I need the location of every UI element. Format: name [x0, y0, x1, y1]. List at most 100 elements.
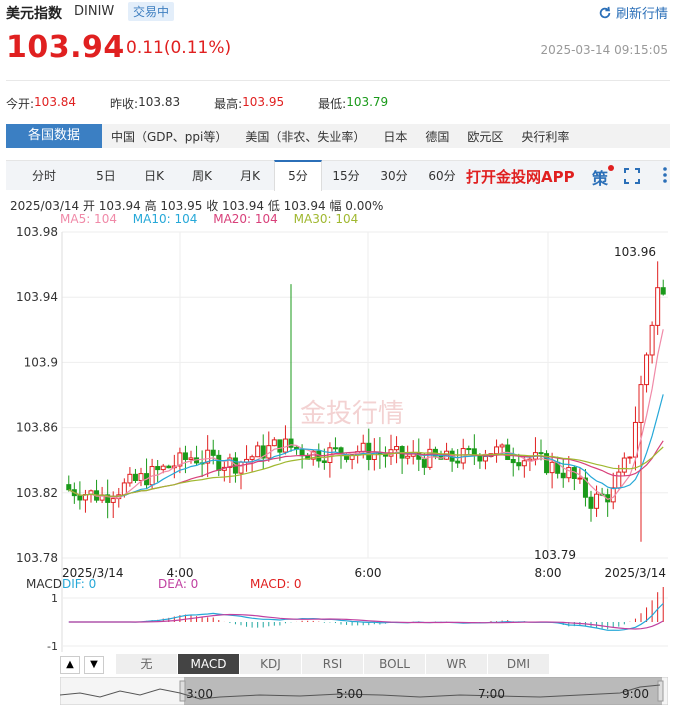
tab-central-bank-rate[interactable]: 央行利率 — [512, 128, 578, 145]
current-price: 103.94 — [6, 30, 125, 65]
quote-time: 2025-03-14 09:15:05 — [540, 43, 668, 57]
timeline-navigator[interactable]: 3:00 5:00 7:00 9:00 — [60, 677, 668, 705]
chart-grid — [61, 231, 668, 652]
macd-prefix: MACD — [26, 577, 62, 591]
refresh-label: 刷新行情 — [615, 7, 668, 22]
candlestick-chart[interactable]: 金投行情 103.98 103.94 103.9 103.86 103.82 103.78… — [0, 222, 676, 652]
x-axis: 2025/3/14 4:00 6:00 8:00 2025/3/14 — [62, 566, 666, 580]
up-arrow-button[interactable]: ▲ — [60, 656, 80, 674]
tab-daily-k[interactable]: 日K — [130, 161, 178, 191]
prev-close-value: 103.83 — [138, 95, 181, 109]
tab-wr[interactable]: WR — [426, 654, 488, 674]
candle-body — [594, 493, 600, 509]
candle-body — [627, 456, 633, 459]
tab-60min[interactable]: 60分 — [418, 161, 466, 191]
tab-eurozone[interactable]: 欧元区 — [458, 128, 512, 145]
candle-body — [466, 448, 472, 451]
navigator-handle-left — [179, 680, 186, 702]
candle-body — [238, 461, 244, 474]
candle-body — [616, 471, 622, 489]
instrument-title: 美元指数 — [6, 6, 62, 22]
candle-body — [321, 460, 327, 463]
open-label: 今开: — [6, 97, 35, 111]
macd-tick: -1 — [47, 640, 58, 652]
candle-body — [249, 456, 255, 460]
candle-body — [160, 465, 166, 471]
country-data-tabs: 各国数据 中国（GDP、ppi等） 美国（非农、失业率） 日本 德国 欧元区 央… — [6, 124, 670, 148]
y-axis: 103.98 103.94 103.9 103.86 103.82 103.78 — [16, 225, 58, 565]
candle-body — [299, 448, 305, 457]
macd-tick: 1 — [51, 592, 58, 605]
candle-body — [127, 473, 133, 484]
notification-dot — [608, 165, 614, 171]
y-tick-label: 103.9 — [24, 355, 58, 369]
tab-japan[interactable]: 日本 — [374, 128, 416, 145]
candle-body — [277, 439, 283, 453]
open-value: 103.84 — [34, 95, 77, 109]
fullscreen-icon[interactable] — [624, 168, 640, 184]
tab-intraday[interactable]: 分时 — [6, 161, 82, 191]
header: 美元指数 DINIW 交易中 刷新行情 — [0, 0, 676, 24]
tab-5day[interactable]: 5日 — [82, 161, 130, 191]
candle-body — [649, 324, 655, 356]
tab-kdj[interactable]: KDJ — [240, 654, 302, 674]
candle-body — [494, 446, 500, 455]
tab-usa[interactable]: 美国（非农、失业率） — [236, 128, 374, 145]
candle-body — [110, 498, 116, 503]
tab-monthly-k[interactable]: 月K — [226, 161, 274, 191]
x-tick-label: 8:00 — [535, 566, 562, 580]
dif-line — [68, 603, 664, 631]
candle-body — [577, 477, 583, 480]
candle-body — [360, 442, 366, 453]
tab-5min[interactable]: 5分 — [274, 160, 322, 191]
candle-body — [282, 438, 288, 453]
tab-germany[interactable]: 德国 — [416, 128, 458, 145]
max-label: 103.96 — [614, 245, 656, 259]
min-label: 103.79 — [534, 548, 576, 562]
candle-body — [588, 496, 594, 509]
tab-boll[interactable]: BOLL — [364, 654, 426, 674]
y-tick-label: 103.86 — [16, 421, 58, 435]
candle-body — [188, 457, 194, 460]
tab-country-data[interactable]: 各国数据 — [6, 124, 102, 148]
candle-body — [660, 287, 666, 295]
candle-body — [549, 461, 555, 474]
candle-body — [644, 354, 650, 386]
navigator-window — [184, 677, 662, 705]
candle-body — [516, 462, 522, 467]
y-tick-label: 103.94 — [16, 290, 58, 304]
x-tick-label: 2025/3/14 — [604, 566, 666, 580]
navigator-handle-right — [657, 680, 664, 702]
indicator-tabs: 无 MACD KDJ RSI BOLL WR DMI — [60, 654, 668, 676]
tab-china[interactable]: 中国（GDP、ppi等） — [102, 128, 236, 145]
down-arrow-button[interactable]: ▼ — [84, 656, 104, 674]
candle-body — [638, 384, 644, 423]
candle-body — [332, 447, 338, 450]
divider — [6, 80, 670, 81]
nav-label-3: 9:00 — [622, 687, 649, 701]
tab-dmi[interactable]: DMI — [488, 654, 550, 674]
nav-label-1: 5:00 — [336, 687, 363, 701]
tab-none[interactable]: 无 — [116, 654, 178, 674]
tab-rsi[interactable]: RSI — [302, 654, 364, 674]
dea-label: DEA: 0 — [158, 577, 198, 591]
status-badge: 交易中 — [128, 2, 175, 21]
candle-body — [394, 446, 400, 451]
open-app-link[interactable]: 打开金投网APP — [466, 166, 575, 187]
y-tick-label: 103.82 — [16, 486, 58, 500]
refresh-button[interactable]: 刷新行情 — [598, 3, 668, 22]
tab-30min[interactable]: 30分 — [370, 161, 418, 191]
candle-body — [499, 444, 505, 448]
nav-label-0: 3:00 — [186, 687, 213, 701]
candle-body — [560, 472, 566, 479]
tab-weekly-k[interactable]: 周K — [178, 161, 226, 191]
macd-panel: MACD DIF: 0 DEA: 0 MACD: 0 1 -1 — [26, 577, 668, 652]
strategy-button[interactable]: 策 — [592, 165, 608, 189]
watermark: 金投行情 — [300, 399, 404, 429]
dif-label: DIF: 0 — [62, 577, 96, 591]
more-icon[interactable] — [662, 166, 668, 184]
tab-15min[interactable]: 15分 — [322, 161, 370, 191]
tab-macd[interactable]: MACD — [178, 654, 240, 674]
candle-body — [405, 455, 411, 459]
candle-body — [655, 287, 661, 326]
